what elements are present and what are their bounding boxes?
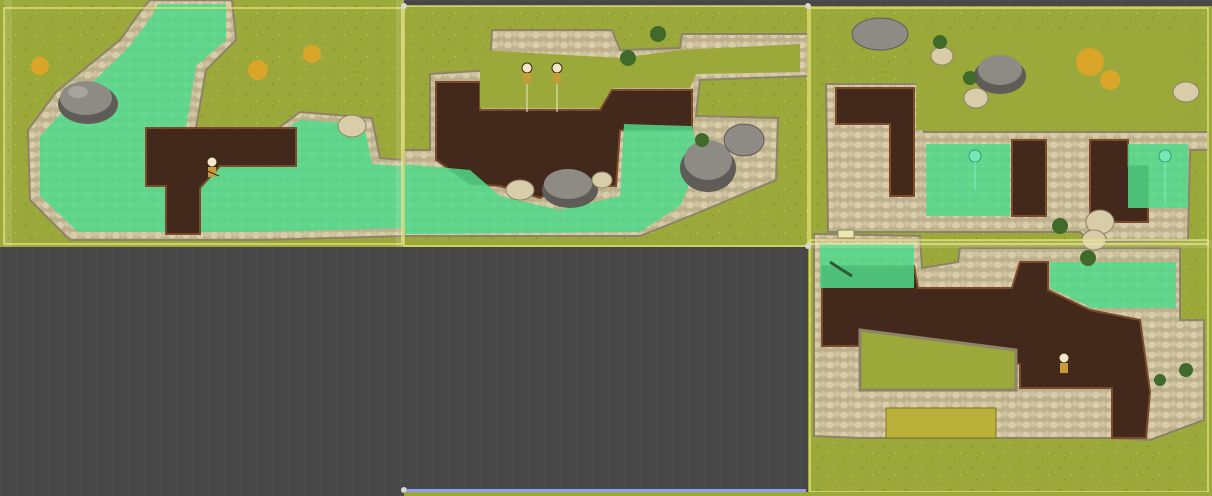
room-3[interactable] [808, 6, 1212, 247]
scene-view[interactable] [0, 0, 1212, 496]
spike-trap[interactable] [885, 407, 997, 439]
skull-icon[interactable] [1058, 352, 1070, 373]
room-strip [404, 492, 1212, 496]
water-zone [1128, 144, 1188, 208]
water-zone [926, 144, 1010, 216]
room-2[interactable] [403, 6, 809, 247]
room-4[interactable] [808, 209, 1212, 496]
boulder-icon [337, 114, 367, 138]
room-1[interactable] [0, 0, 405, 247]
player-marker[interactable] [837, 229, 855, 239]
grass-plateau [916, 30, 1186, 130]
